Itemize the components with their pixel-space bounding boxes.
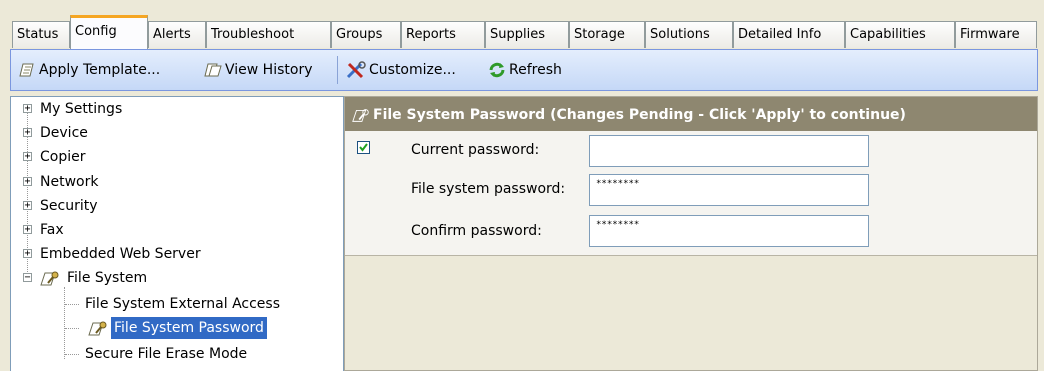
expand-icon[interactable]: + — [23, 249, 32, 259]
refresh-button[interactable]: Refresh — [487, 56, 562, 84]
confirm-password-label: Confirm password: — [411, 223, 542, 239]
tree-line — [65, 354, 79, 355]
expand-icon[interactable]: + — [23, 104, 32, 114]
apply-template-label: Apply Template... — [39, 62, 161, 78]
view-history-label: View History — [225, 62, 313, 78]
panel-title: File System Password (Changes Pending - … — [373, 107, 906, 123]
tab-label: Groups — [336, 27, 383, 42]
tab-reports[interactable]: Reports — [401, 21, 485, 48]
tab-label: Config — [75, 24, 117, 39]
tab-config[interactable]: Config — [70, 15, 148, 49]
file-system-password-label: File system password: — [411, 181, 566, 197]
enable-checkbox[interactable] — [357, 141, 370, 154]
tab-label: Solutions — [650, 27, 710, 42]
tree-node-label: Fax — [40, 222, 64, 238]
settings-panel: File System Password (Changes Pending - … — [344, 96, 1038, 371]
refresh-icon — [489, 62, 505, 78]
tab-firmware[interactable]: Firmware — [955, 21, 1037, 48]
tree-node-label: My Settings — [40, 101, 123, 117]
expand-icon[interactable]: + — [23, 177, 32, 187]
key-folder-icon — [352, 109, 369, 122]
customize-tools-icon — [346, 61, 366, 79]
tab-status[interactable]: Status — [12, 21, 70, 48]
tab-label: Troubleshoot — [211, 27, 295, 42]
password-form: Current password: File system password: … — [345, 131, 1037, 256]
tab-troubleshoot[interactable]: Troubleshoot — [206, 21, 331, 48]
apply-template-button[interactable]: Apply Template... — [17, 56, 160, 84]
tree-node-label: File System — [67, 270, 148, 286]
view-history-button[interactable]: View History — [201, 56, 312, 84]
history-icon — [204, 63, 222, 77]
tab-bar: Status Config Alerts Troubleshoot Groups… — [0, 0, 1044, 50]
expand-icon[interactable]: + — [23, 201, 32, 211]
tab-solutions[interactable]: Solutions — [645, 21, 733, 48]
expand-icon[interactable]: + — [23, 128, 32, 138]
tree-node-label: File System Password — [111, 317, 267, 339]
tab-label: Capabilities — [850, 27, 926, 42]
key-folder-icon — [88, 321, 107, 336]
tree-node-label: Network — [40, 174, 99, 190]
tree-line — [64, 287, 65, 359]
tab-label: Reports — [406, 27, 456, 42]
tab-label: Storage — [574, 27, 625, 42]
panel-header: File System Password (Changes Pending - … — [345, 97, 1037, 131]
tab-label: Detailed Info — [738, 27, 822, 42]
tab-label: Status — [17, 27, 59, 42]
key-folder-icon — [40, 271, 59, 286]
tab-label: Firmware — [960, 27, 1020, 42]
tree-line — [65, 304, 79, 305]
expand-icon[interactable]: + — [23, 225, 32, 235]
expand-icon[interactable]: + — [23, 152, 32, 162]
toolbar: Apply Template... View History Customize… — [10, 49, 1038, 91]
checkmark-icon — [359, 143, 368, 152]
customize-button[interactable]: Customize... — [345, 56, 456, 84]
current-password-input[interactable] — [589, 135, 869, 167]
tab-groups[interactable]: Groups — [331, 21, 401, 48]
customize-label: Customize... — [369, 62, 456, 78]
current-password-label: Current password: — [411, 142, 540, 158]
tab-alerts[interactable]: Alerts — [148, 21, 206, 48]
tab-supplies[interactable]: Supplies — [485, 21, 569, 48]
tree-node-label: File System External Access — [85, 296, 280, 312]
tree-node-label: Security — [40, 198, 98, 214]
tree-node-label: Secure File Erase Mode — [85, 346, 248, 362]
file-system-password-input[interactable]: ******** — [589, 174, 869, 206]
tab-label: Supplies — [490, 27, 545, 42]
tab-detailed-info[interactable]: Detailed Info — [733, 21, 845, 48]
refresh-label: Refresh — [509, 62, 562, 78]
collapse-icon[interactable]: − — [23, 273, 32, 283]
tree-line — [65, 328, 79, 329]
tab-label: Alerts — [153, 27, 191, 42]
tree-node-label: Embedded Web Server — [40, 246, 201, 262]
config-tree: + My Settings + Device + Copier + Networ… — [10, 96, 344, 371]
confirm-password-input[interactable]: ******** — [589, 215, 869, 247]
template-icon — [19, 63, 34, 77]
toolbar-separator — [337, 56, 338, 84]
tree-node-label: Copier — [40, 149, 86, 165]
tree-node-label: Device — [40, 125, 88, 141]
tab-storage[interactable]: Storage — [569, 21, 645, 48]
tab-capabilities[interactable]: Capabilities — [845, 21, 955, 48]
